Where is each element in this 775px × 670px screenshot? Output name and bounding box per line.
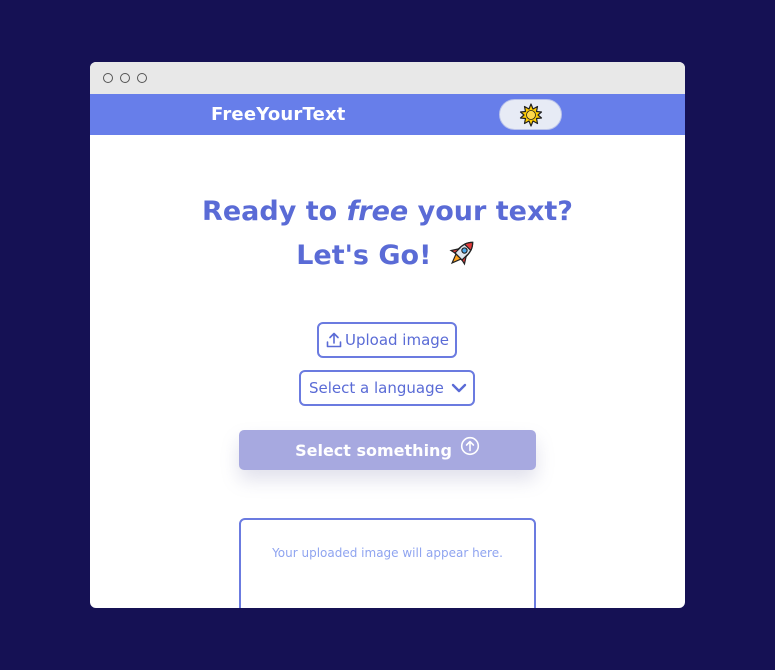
image-preview-placeholder: Your uploaded image will appear here.: [272, 546, 503, 560]
upload-image-button[interactable]: Upload image: [317, 322, 457, 358]
submit-button-label: Select something: [295, 440, 452, 460]
window-titlebar: [90, 62, 685, 94]
window-control-dot[interactable]: [137, 73, 147, 83]
submit-button[interactable]: Select something: [239, 430, 536, 470]
arrow-up-circle-icon: [460, 436, 480, 456]
brand-logo-text[interactable]: FreeYourText: [211, 104, 346, 125]
language-select-value: Select a language: [309, 379, 444, 397]
browser-window: FreeYourText Ready to free your text? Le…: [90, 62, 685, 608]
window-control-dot[interactable]: [120, 73, 130, 83]
hero-line-1: Ready to free your text?: [202, 196, 573, 227]
rocket-icon: [449, 241, 474, 266]
theme-toggle-button[interactable]: [499, 99, 562, 130]
language-select[interactable]: Select a language: [299, 370, 475, 406]
upload-image-label: Upload image: [344, 331, 450, 349]
hero-heading: Ready to free your text? Let's Go!: [90, 190, 685, 278]
upload-icon: [326, 332, 342, 348]
chevron-down-icon: [451, 383, 467, 393]
image-preview-box: Your uploaded image will appear here.: [239, 518, 536, 608]
navbar: FreeYourText: [90, 94, 685, 135]
hero-line-2: Let's Go!: [90, 234, 685, 278]
sun-icon: [519, 102, 542, 127]
window-control-dot[interactable]: [103, 73, 113, 83]
